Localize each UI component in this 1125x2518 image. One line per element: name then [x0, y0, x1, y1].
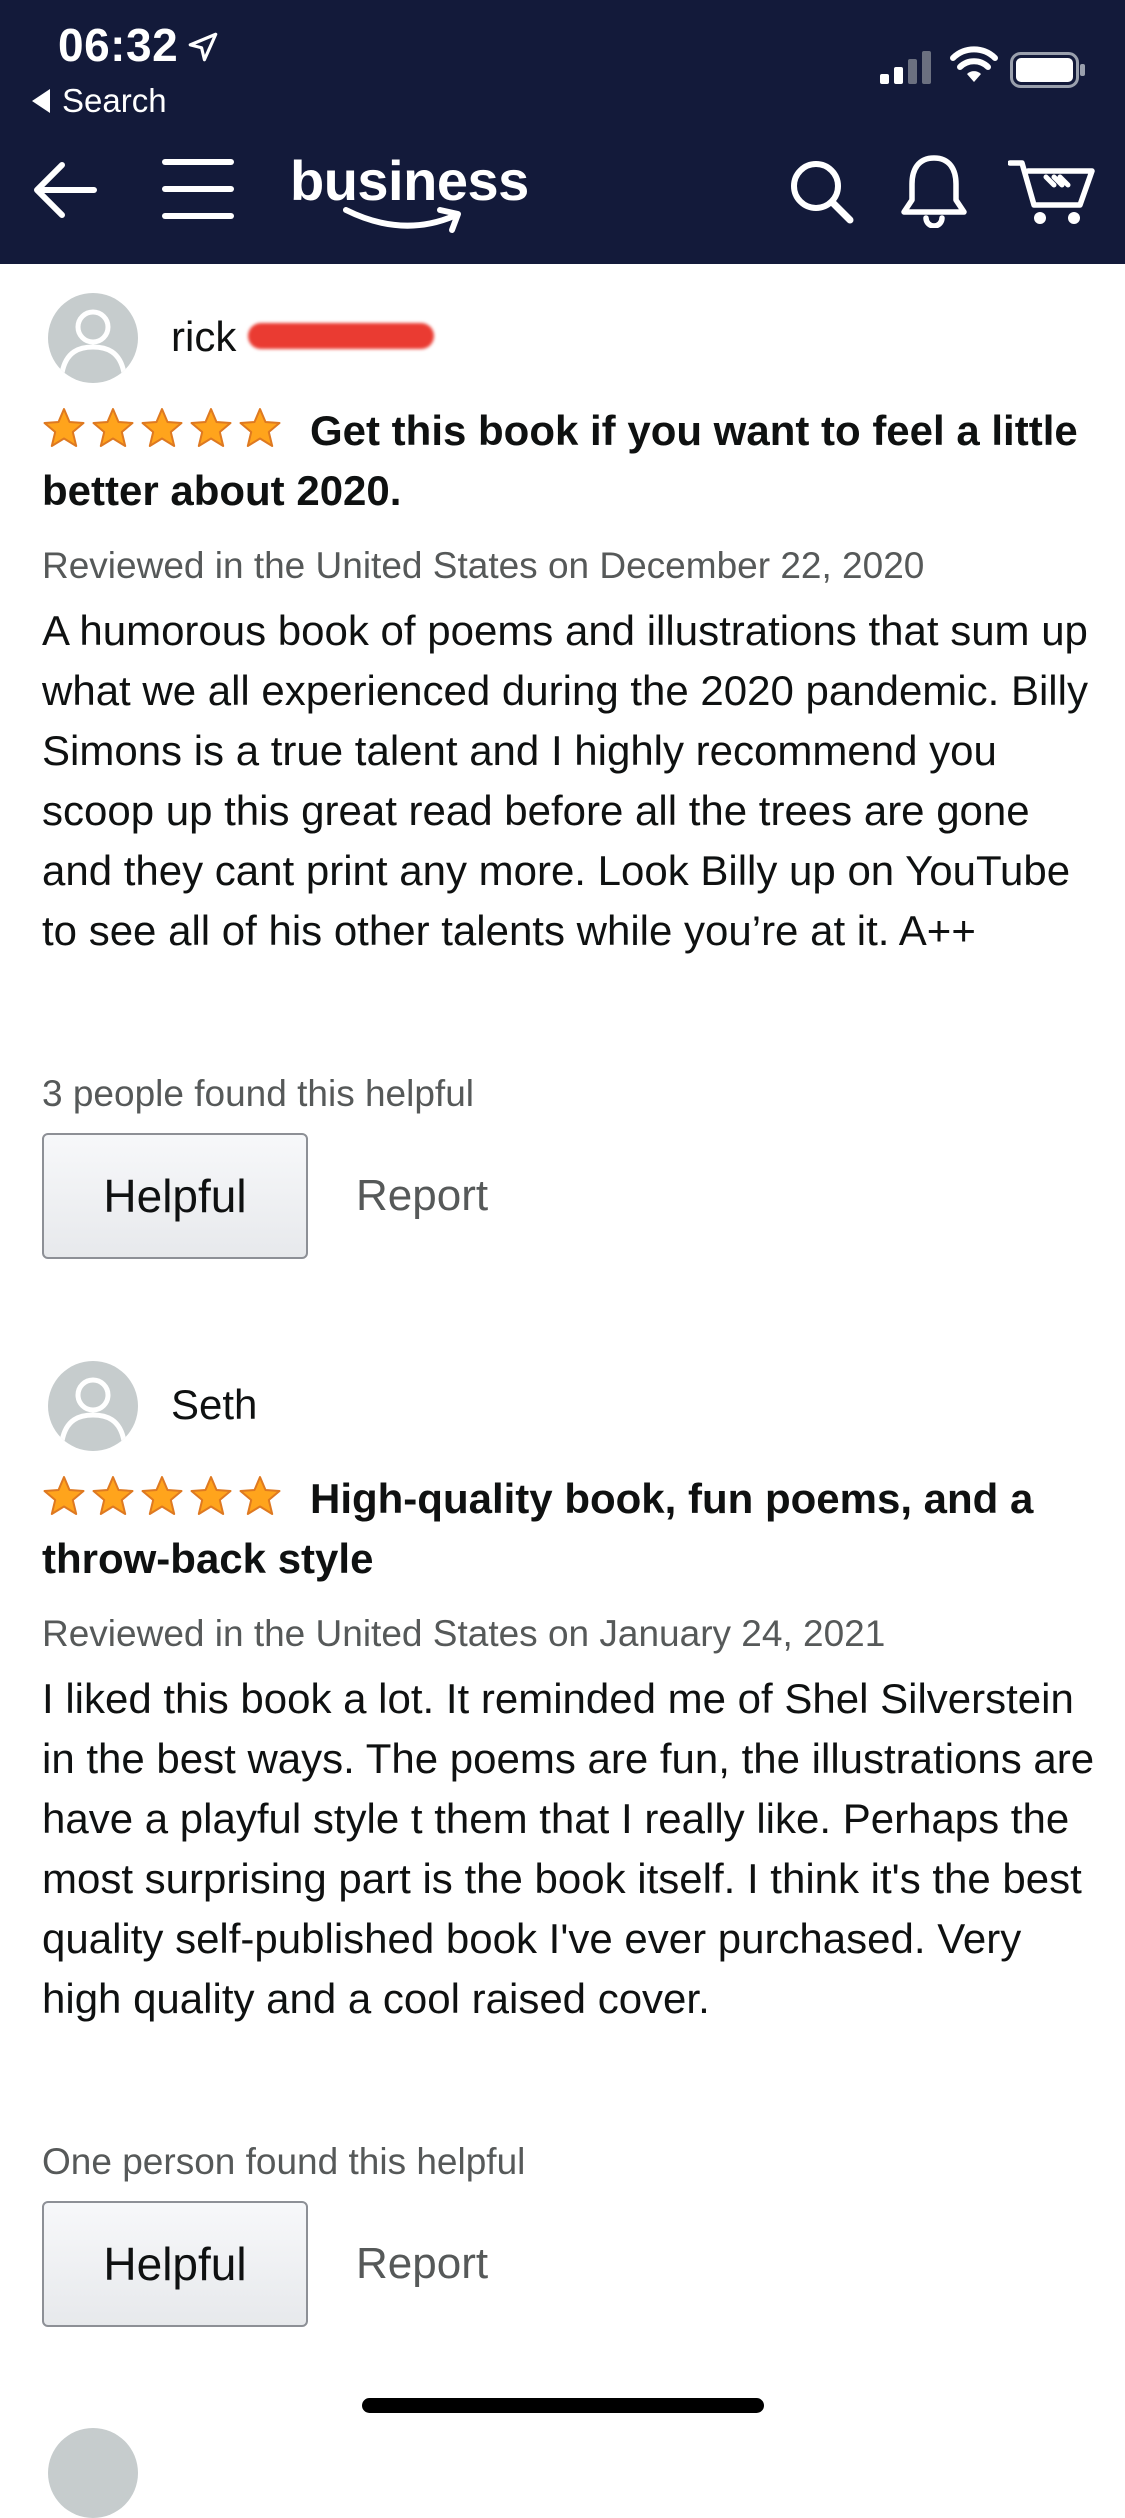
report-link[interactable]: Report: [356, 1171, 488, 1221]
review-meta: Reviewed in the United States on Decembe…: [42, 545, 925, 586]
reviewer-name[interactable]: Seth: [171, 1381, 257, 1429]
back-to-search-label: Search: [62, 82, 167, 119]
search-icon[interactable]: [788, 158, 854, 224]
back-to-search-link[interactable]: Search: [32, 82, 167, 120]
wifi-icon: [950, 46, 998, 82]
reviewer-name-text: rick: [171, 313, 237, 360]
redaction-mark: [248, 323, 435, 349]
smile-arrow-icon: [343, 207, 461, 233]
default-avatar-icon: [59, 1377, 127, 1442]
review-card: Seth High-quality book, fun poems, and a…: [0, 1361, 1125, 2361]
avatar: [48, 1361, 138, 1451]
review-card: rick Get this book if you want to feel a…: [0, 293, 1125, 1293]
status-time: 06:32: [58, 19, 179, 71]
battery-icon: [1010, 52, 1085, 88]
app-header: 06:32 Search business: [0, 0, 1125, 264]
avatar: [48, 293, 138, 383]
review-body: A humorous book of poems and illustratio…: [42, 607, 1088, 954]
location-arrow-icon: [188, 32, 218, 62]
review-body: I liked this book a lot. It reminded me …: [42, 1675, 1095, 2022]
report-link[interactable]: Report: [356, 2239, 488, 2289]
back-arrow-icon[interactable]: [30, 155, 100, 225]
helpful-button[interactable]: Helpful: [42, 2201, 308, 2327]
helpful-count: 3 people found this helpful: [42, 1073, 475, 1114]
back-triangle-icon: [32, 89, 50, 113]
home-indicator[interactable]: [362, 2398, 764, 2413]
helpful-button[interactable]: Helpful: [42, 1133, 308, 1259]
cellular-signal-icon: [880, 51, 931, 84]
amazon-business-logo[interactable]: business: [290, 148, 529, 238]
five-star-rating-icon: [43, 1476, 281, 1515]
cart-icon[interactable]: [1008, 155, 1096, 227]
reviewer-name[interactable]: rick: [171, 313, 435, 361]
default-avatar-icon: [59, 309, 127, 374]
review-title: Get this book if you want to feel a litt…: [42, 401, 1092, 521]
review-meta: Reviewed in the United States on January…: [42, 1613, 886, 1654]
reviewer-name-text: Seth: [171, 1381, 258, 1428]
notification-bell-icon[interactable]: [900, 152, 968, 228]
helpful-count: One person found this helpful: [42, 2141, 526, 2182]
hamburger-menu-icon[interactable]: [160, 157, 236, 221]
five-star-rating-icon: [43, 408, 281, 447]
review-title: High-quality book, fun poems, and a thro…: [42, 1469, 1092, 1589]
next-review-avatar: [48, 2428, 138, 2518]
